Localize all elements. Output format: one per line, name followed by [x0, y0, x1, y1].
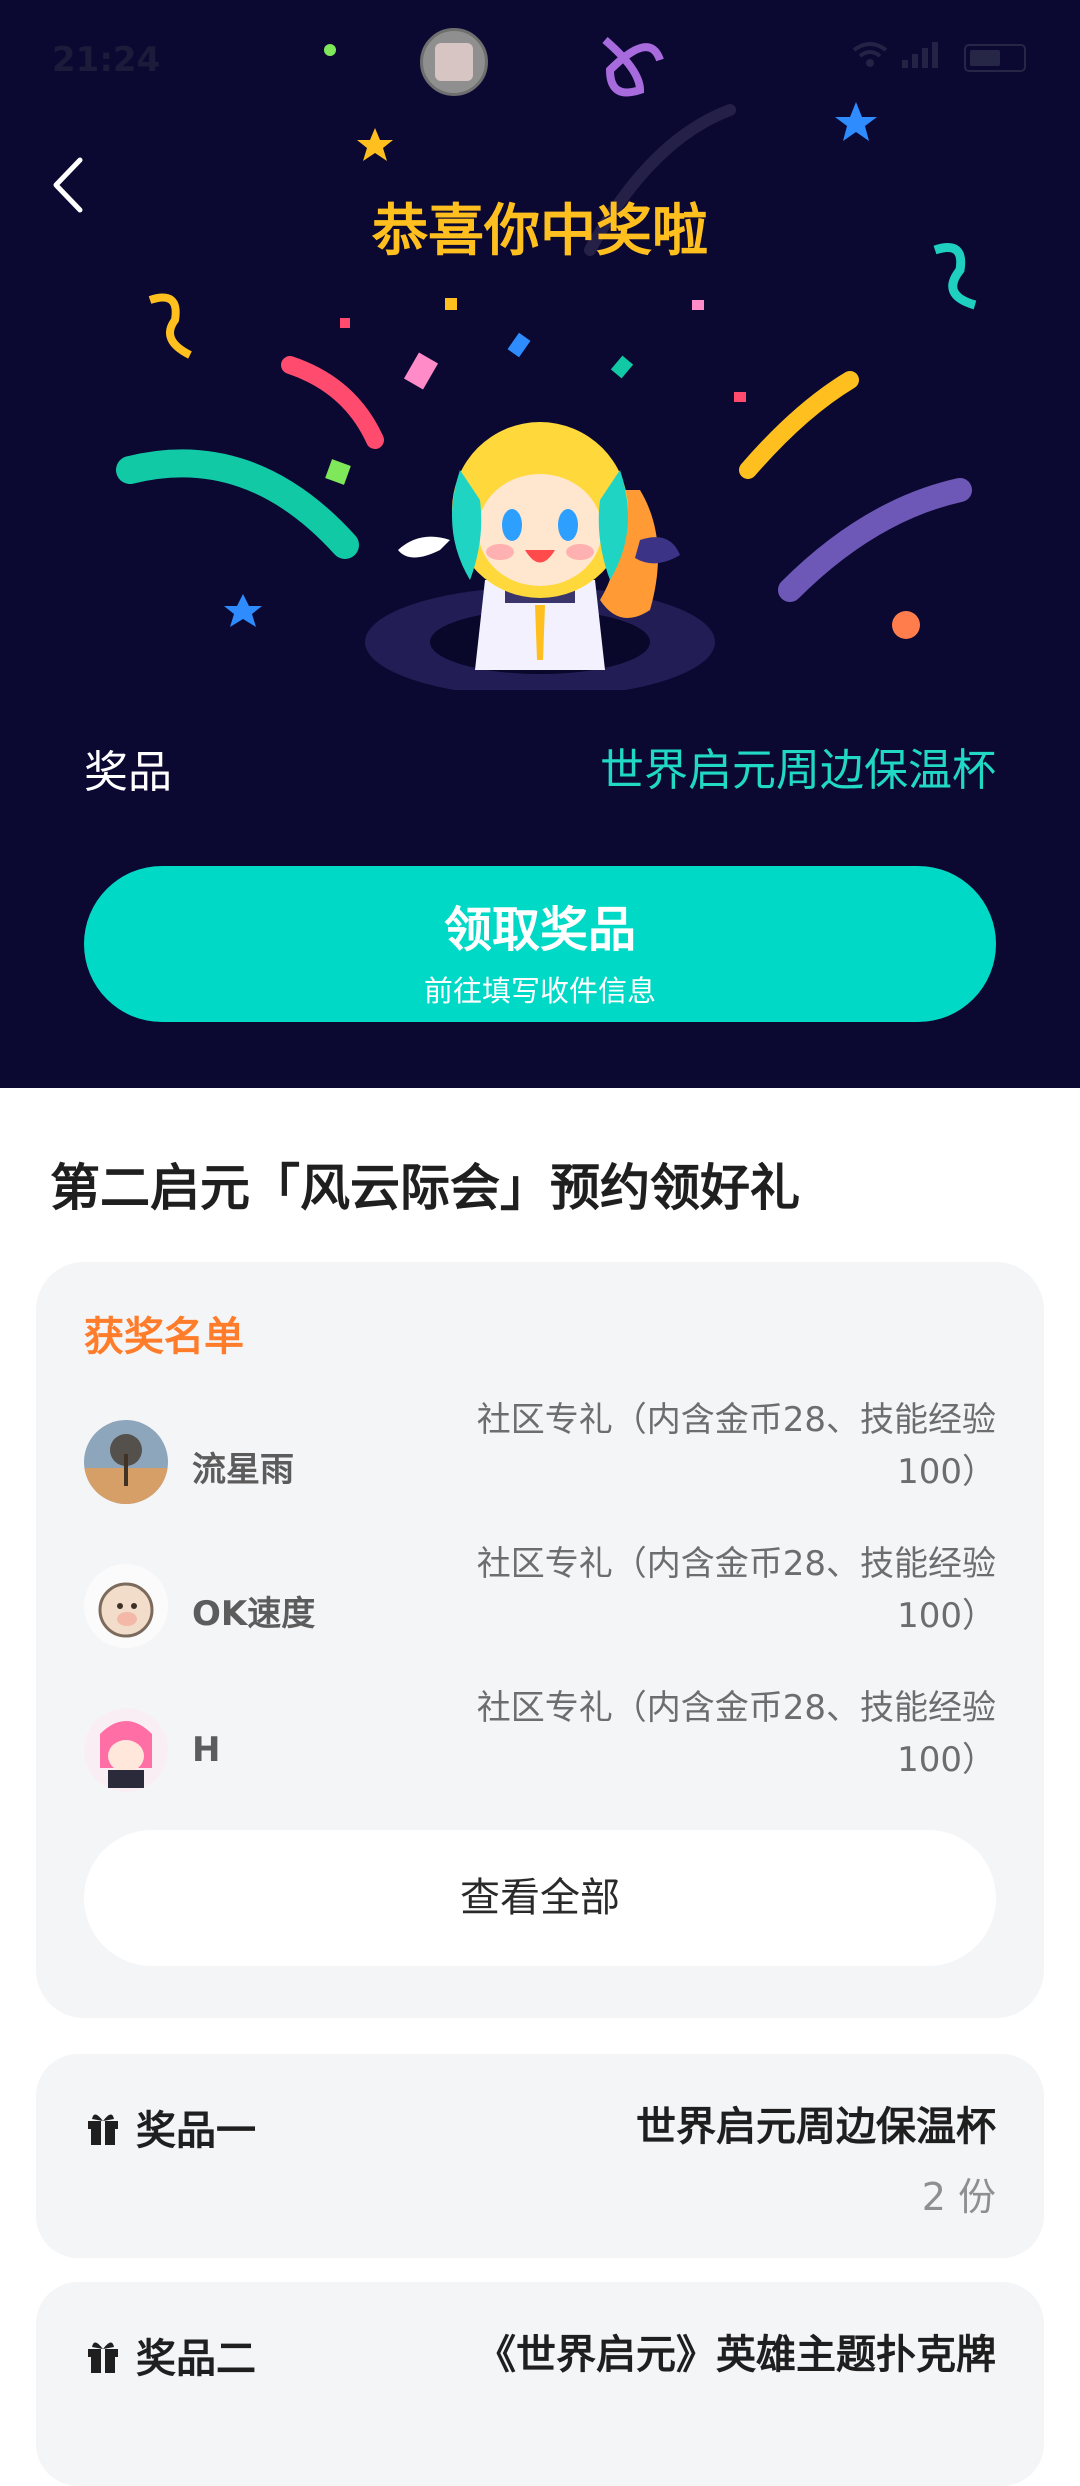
prize-card: 奖品一 世界启元周边保温杯 2 份	[36, 2054, 1044, 2258]
winner-name: 流星雨	[192, 1450, 294, 1490]
page-title: 恭喜你中奖啦	[372, 199, 708, 264]
winner-name: H	[192, 1730, 221, 1770]
prize-title-group: 奖品一	[84, 2098, 256, 2157]
avatar	[84, 1420, 168, 1504]
winner-reward: 社区专礼（内含金币28、技能经验100）	[476, 1400, 996, 1492]
winner-row: 流星雨 社区专礼（内含金币28、技能经验100）	[84, 1394, 996, 1514]
prize-title-group: 奖品二	[84, 2326, 256, 2385]
prize-label: 奖品一	[136, 2108, 256, 2154]
claim-prize-sublabel: 前往填写收件信息	[423, 974, 656, 1008]
signal-icon	[900, 38, 944, 77]
prize-name: 《世界启元》英雄主题扑克牌	[476, 2332, 996, 2378]
avatar	[84, 1564, 168, 1648]
prize-card: 奖品二 《世界启元》英雄主题扑克牌	[36, 2282, 1044, 2486]
wifi-icon	[850, 38, 890, 77]
winners-card: 获奖名单 流星雨 社区专礼（内含金币28、技能经验100） OK速度 社区专礼（…	[36, 1262, 1044, 2018]
winner-name: OK速度	[192, 1594, 316, 1634]
status-notification-avatar	[420, 28, 488, 96]
winner-reward: 社区专礼（内含金币28、技能经验100）	[476, 1544, 996, 1636]
winner-reward: 社区专礼（内含金币28、技能经验100）	[476, 1688, 996, 1780]
status-icons	[850, 38, 1026, 76]
prize-name: 世界启元周边保温杯	[600, 745, 996, 796]
hero-banner: 21:24 恭喜你中奖啦 奖品 世界启元周边保温杯 领取奖品 前往填写收件信息	[0, 0, 1080, 1088]
winner-row: OK速度 社区专礼（内含金币28、技能经验100）	[84, 1538, 996, 1658]
winners-title: 获奖名单	[84, 1314, 244, 1360]
avatar	[84, 1708, 168, 1792]
prize-count: 2 份	[921, 2175, 996, 2219]
view-all-button[interactable]: 查看全部	[84, 1830, 996, 1966]
battery-icon	[964, 44, 1026, 72]
prize-name: 世界启元周边保温杯	[636, 2104, 996, 2150]
prize-label: 奖品二	[136, 2336, 256, 2382]
mascot-illustration	[365, 422, 715, 690]
claim-prize-button[interactable]: 领取奖品 前往填写收件信息	[84, 866, 996, 1022]
prize-label: 奖品	[84, 747, 172, 798]
event-title: 第二启元「风云际会」预约领好礼	[50, 1159, 800, 1217]
status-time: 21:24	[52, 40, 161, 80]
winner-row: H 社区专礼（内含金币28、技能经验100）	[84, 1682, 996, 1802]
gift-icon	[84, 2109, 122, 2157]
claim-prize-label: 领取奖品	[443, 902, 636, 958]
gift-icon	[84, 2337, 122, 2385]
